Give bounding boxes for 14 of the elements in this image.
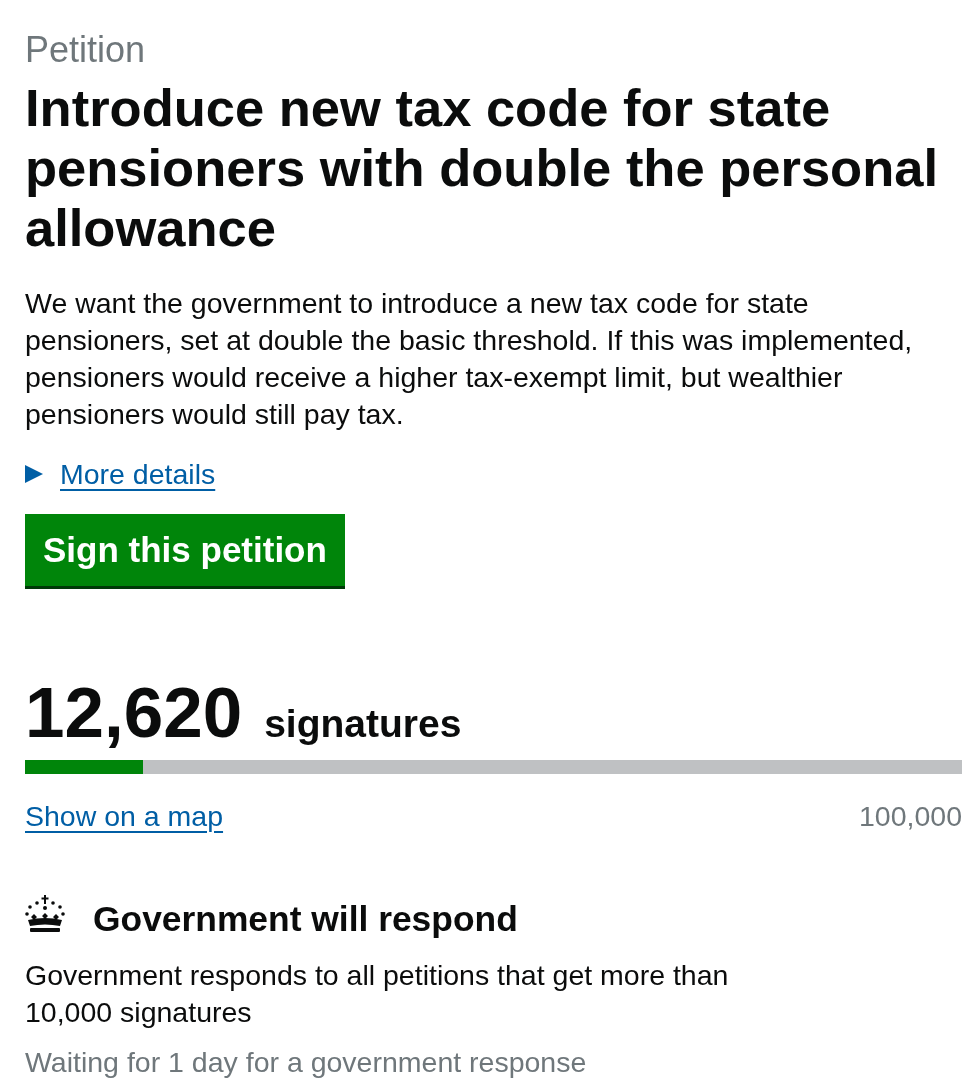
signature-count: 12,620 xyxy=(25,675,243,751)
page-caption: Petition xyxy=(25,29,147,71)
signature-target: 100,000 xyxy=(858,799,962,833)
crown-icon xyxy=(25,895,65,933)
signatures-label: signatures xyxy=(264,702,462,746)
response-status: Waiting for 1 day for a government response xyxy=(25,1045,588,1079)
disclosure-triangle-icon[interactable] xyxy=(25,465,43,483)
sign-petition-button[interactable]: Sign this petition xyxy=(25,514,345,586)
show-map-link[interactable]: Show on a map xyxy=(25,799,224,833)
response-text: Government responds to all petitions that get more than 10,000 signatures xyxy=(25,958,730,1030)
petition-title: Introduce new tax code for state pensioners with double the personal allowance xyxy=(25,78,940,258)
petition-summary: We want the government to introduce a new tax code for state pensioners, set at double the basic threshold. If this was implemented, pensioners would receive a higher tax-exempt limit, but wealthier pensioners would still pay tax. xyxy=(25,286,914,432)
response-heading: Government will respond xyxy=(93,898,518,940)
more-details-link[interactable]: More details xyxy=(60,457,216,491)
